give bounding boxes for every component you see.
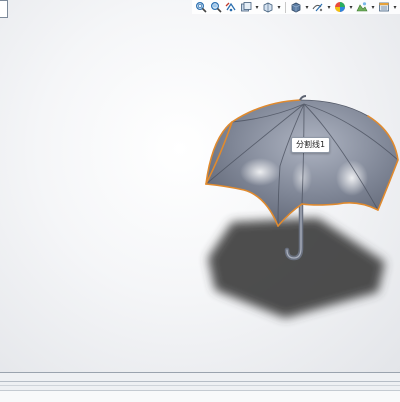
graphics-area[interactable]: 分割线1 [0, 0, 400, 372]
horizontal-scrollbar[interactable] [0, 390, 400, 402]
divider [0, 385, 400, 386]
umbrella-model[interactable] [0, 0, 400, 372]
divider [0, 381, 400, 382]
ground-shadow [208, 218, 385, 318]
feature-tooltip: 分割线1 [291, 137, 331, 153]
bottom-tab-panel [0, 372, 400, 402]
